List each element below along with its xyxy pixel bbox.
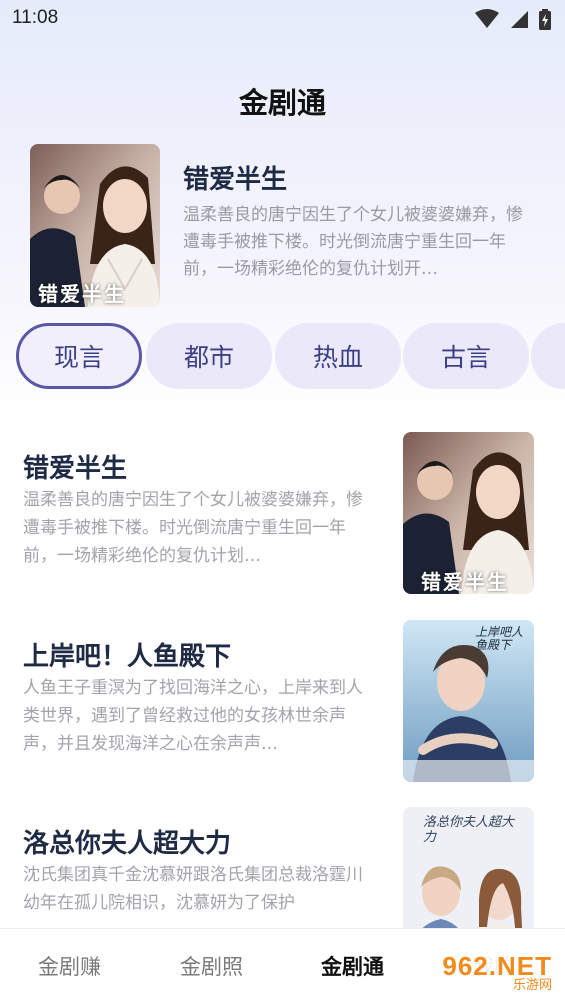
list-item-title: 错爱半生 bbox=[23, 454, 128, 484]
list-item-cover-title: 上岸吧人鱼殿下 bbox=[475, 625, 524, 652]
list-item-cover-image: 上岸吧人鱼殿下 bbox=[403, 620, 534, 782]
list-item[interactable]: 洛总你夫人超大力 沈氏集团真千金沈慕妍跟洛氏集团总裁洛霆川幼年在孤儿院相识，沈慕… bbox=[0, 795, 565, 928]
nav-tab-jinjuzhuan[interactable]: 金剧赚 bbox=[38, 951, 101, 981]
status-time: 11:08 bbox=[12, 7, 59, 28]
watermark-main-text: 962.NET bbox=[442, 951, 552, 981]
list-item-description: 人鱼王子重溟为了找回海洋之心，上岸来到人类世界，遇到了曾经救过他的女孩林世余声声… bbox=[23, 678, 363, 754]
list-item-title: 洛总你夫人超大力 bbox=[23, 829, 232, 859]
wifi-icon bbox=[475, 9, 499, 28]
nav-tab-jinjutong[interactable]: 金剧通 bbox=[321, 951, 384, 981]
drama-list: 错爱半生 温柔善良的唐宁因生了个女儿被婆婆嫌弃，惨遭毒手被推下楼。时光倒流唐宁重… bbox=[0, 420, 565, 928]
category-tabs: 现言 都市 热血 古言 bbox=[14, 323, 565, 393]
list-item-cover-image: 错爱半生 bbox=[403, 432, 534, 594]
featured-drama-card[interactable]: 错爱半生 错爱半生 温柔善良的唐宁因生了个女儿被婆婆嫌弃，惨遭毒手被推下楼。时光… bbox=[30, 144, 540, 308]
status-bar: 11:08 bbox=[0, 0, 565, 40]
tab-guyan[interactable]: 古言 bbox=[403, 323, 529, 389]
status-icons bbox=[475, 8, 551, 30]
list-item-description: 沈氏集团真千金沈慕妍跟洛氏集团总裁洛霆川幼年在孤儿院相识，沈慕妍为了保护 bbox=[23, 865, 363, 913]
nav-tab-jinjuzhao[interactable]: 金剧照 bbox=[180, 951, 243, 981]
tab-more-partial[interactable] bbox=[531, 323, 565, 389]
list-item-title: 上岸吧！人鱼殿下 bbox=[23, 642, 232, 672]
battery-icon bbox=[539, 8, 551, 30]
page-title: 金剧通 bbox=[238, 86, 326, 120]
list-item-description: 温柔善良的唐宁因生了个女儿被婆婆嫌弃，惨遭毒手被推下楼。时光倒流唐宁重生回一年前… bbox=[23, 490, 363, 566]
tab-dushi[interactable]: 都市 bbox=[146, 323, 272, 389]
list-item[interactable]: 上岸吧！人鱼殿下 人鱼王子重溟为了找回海洋之心，上岸来到人类世界，遇到了曾经救过… bbox=[0, 608, 565, 782]
featured-description: 温柔善良的唐宁因生了个女儿被婆婆嫌弃，惨遭毒手被推下楼。时光倒流唐宁重生回一年前… bbox=[183, 205, 523, 279]
watermark-logo: 962.NET 乐游网 bbox=[428, 950, 560, 996]
tab-rexue[interactable]: 热血 bbox=[275, 323, 401, 389]
watermark-sub-text: 乐游网 bbox=[512, 978, 552, 993]
signal-icon bbox=[511, 11, 528, 28]
list-item-cover-title: 洛总你夫人超大力 bbox=[423, 815, 515, 845]
tab-xianyan[interactable]: 现言 bbox=[16, 323, 142, 389]
list-item[interactable]: 错爱半生 温柔善良的唐宁因生了个女儿被婆婆嫌弃，惨遭毒手被推下楼。时光倒流唐宁重… bbox=[0, 420, 565, 594]
featured-title: 错爱半生 bbox=[183, 165, 288, 195]
featured-cover-title: 错爱半生 bbox=[38, 282, 126, 306]
featured-cover-image: 错爱半生 bbox=[30, 144, 160, 307]
list-item-cover-image: 洛总你夫人超大力 bbox=[403, 807, 534, 928]
list-item-cover-title: 错爱半生 bbox=[421, 570, 509, 594]
